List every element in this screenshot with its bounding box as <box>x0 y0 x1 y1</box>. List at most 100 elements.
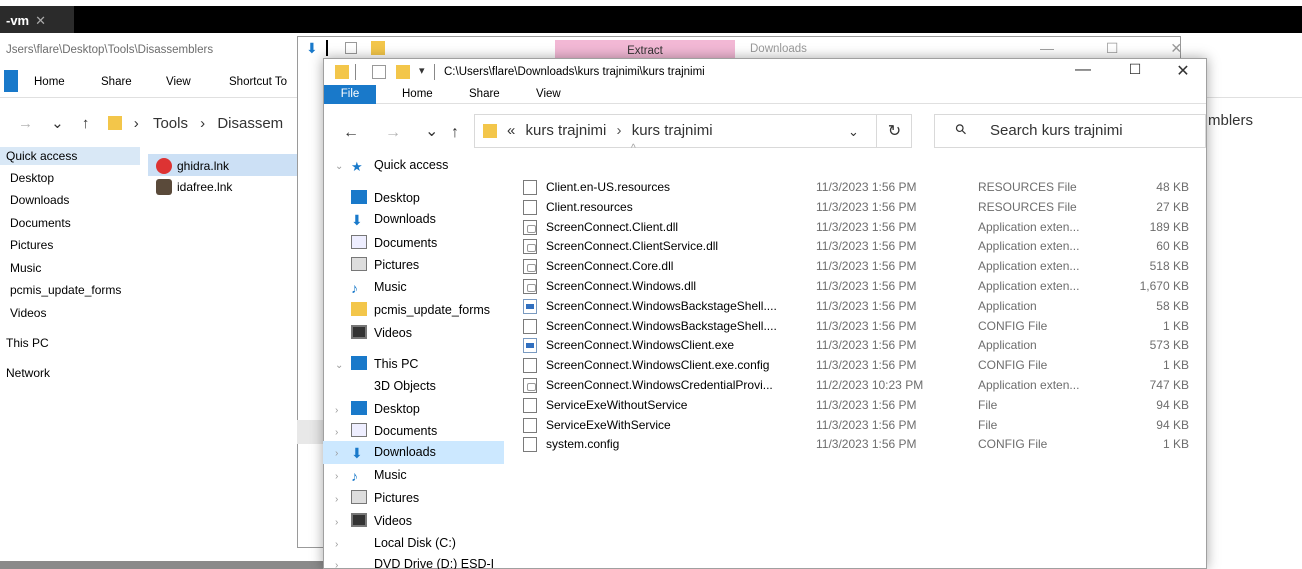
nav-pc-downloads[interactable]: › ⬇ Downloads <box>335 442 503 464</box>
back-button[interactable]: ← <box>343 124 359 142</box>
back-sidebar-this-pc[interactable]: This PC <box>6 336 49 350</box>
file-row[interactable]: ServiceExeWithoutService 11/3/2023 1:56 P… <box>523 396 1189 416</box>
file-icon <box>523 318 537 334</box>
file-row[interactable]: ScreenConnect.WindowsClient.exe.config 11… <box>523 356 1189 376</box>
nav-item-documents[interactable]: Documents <box>351 232 519 254</box>
back-tab-shortcut-tools[interactable]: Shortcut To <box>229 76 287 88</box>
file-row[interactable]: Client.resources 11/3/2023 1:56 PM RESOURC… <box>523 198 1189 218</box>
refresh-button[interactable]: ↻ <box>876 114 912 148</box>
back-horizontal-scrollbar[interactable] <box>0 561 334 569</box>
dll-file-icon <box>523 239 537 255</box>
vm-tab[interactable]: -vm ✕ <box>0 6 74 33</box>
minimize-button[interactable]: — <box>1060 61 1106 83</box>
file-row[interactable]: ScreenConnect.WindowsClient.exe 11/3/2023… <box>523 336 1189 356</box>
file-row[interactable]: ScreenConnect.WindowsBackstageShell.... 1… <box>523 317 1189 337</box>
nav-this-pc[interactable]: ⌄ This PC <box>335 353 503 375</box>
folder-icon[interactable] <box>371 41 385 55</box>
file-size: 1 KB <box>1162 437 1189 452</box>
chevron-right-icon[interactable]: › <box>335 471 351 482</box>
tab-view[interactable]: View <box>536 88 561 100</box>
chevron-right-icon[interactable]: › <box>335 427 351 438</box>
back-tab-view[interactable]: View <box>166 76 191 88</box>
chevron-right-icon[interactable]: › <box>335 560 351 569</box>
file-row[interactable]: Client.en-US.resources 11/3/2023 1:56 PM R… <box>523 178 1189 198</box>
nav-pc-local-disk[interactable]: › Local Disk (C:) <box>335 532 503 554</box>
maximize-button[interactable]: ☐ <box>1112 61 1158 83</box>
new-folder-icon[interactable] <box>396 65 410 79</box>
up-button[interactable]: ↑ <box>451 124 459 142</box>
recent-locations-button[interactable]: ⌄ <box>425 121 438 141</box>
back-file-ghidra[interactable]: ghidra.lnk <box>156 158 229 174</box>
sort-indicator-icon[interactable]: ^ <box>631 143 636 154</box>
file-row[interactable]: ScreenConnect.Windows.dll 11/3/2023 1:56 … <box>523 277 1189 297</box>
address-breadcrumb[interactable]: « kurs trajnimi › kurs trajnimi <box>507 122 713 139</box>
chevron-right-icon[interactable]: › <box>335 405 351 416</box>
back-tab-home[interactable]: Home <box>34 76 65 88</box>
chevron-right-icon[interactable]: › <box>335 494 351 505</box>
back-sidebar-documents[interactable]: Documents <box>10 216 71 230</box>
back-crumb-tools[interactable]: Tools <box>153 115 188 132</box>
up-arrow-icon[interactable]: ↑ <box>82 115 90 132</box>
tab-share[interactable]: Share <box>469 88 500 100</box>
chevron-right-icon[interactable]: › <box>335 448 351 459</box>
file-row[interactable]: system.config 11/3/2023 1:56 PM CONFIG Fil… <box>523 435 1189 455</box>
back-sidebar-desktop[interactable]: Desktop <box>10 171 54 185</box>
extract-window-controls[interactable]: — ☐ ✕ <box>1040 40 1206 57</box>
back-file-tab[interactable] <box>4 70 18 92</box>
file-icon <box>523 417 537 433</box>
nav-item-videos[interactable]: Videos <box>351 322 519 344</box>
back-sidebar-videos[interactable]: Videos <box>10 306 46 320</box>
nav-pc-dvd-drive[interactable]: › DVD Drive (D:) ESD-I <box>335 553 503 569</box>
nav-item-desktop[interactable]: Desktop <box>351 187 519 209</box>
nav-pc-documents[interactable]: › Documents <box>335 420 503 442</box>
chevron-down-icon[interactable]: ⌄ <box>335 360 351 371</box>
chevron-right-icon[interactable]: › <box>335 539 351 550</box>
nav-pc-pictures[interactable]: › Pictures <box>335 487 503 509</box>
back-sidebar-network[interactable]: Network <box>6 366 50 380</box>
nav-pc-music[interactable]: › ♪ Music <box>335 465 503 487</box>
file-row[interactable]: ScreenConnect.WindowsBackstageShell.... 1… <box>523 297 1189 317</box>
back-sidebar-pictures[interactable]: Pictures <box>10 238 53 252</box>
back-sidebar-music[interactable]: Music <box>10 261 41 275</box>
overflow-chevron-icon[interactable]: « <box>507 122 515 139</box>
file-name: Client.en-US.resources <box>546 180 671 194</box>
customize-toolbar-icon[interactable]: ▾ <box>419 64 425 77</box>
back-sidebar-quick-access[interactable]: Quick access <box>6 149 77 163</box>
chevron-down-icon[interactable]: ⌄ <box>51 115 64 132</box>
chevron-down-icon[interactable]: ⌄ <box>335 161 351 172</box>
nav-pc-3d-objects[interactable]: 3D Objects <box>351 375 519 397</box>
nav-pc-videos[interactable]: › Videos <box>335 510 503 532</box>
tab-home[interactable]: Home <box>402 88 433 100</box>
search-input[interactable] <box>990 122 1190 139</box>
back-tab-share[interactable]: Share <box>101 76 132 88</box>
back-file-idafree[interactable]: idafree.lnk <box>156 179 232 195</box>
file-row[interactable]: ScreenConnect.ClientService.dll 11/3/2023… <box>523 237 1189 257</box>
nav-item-pcmis-update-forms[interactable]: pcmis_update_forms <box>351 299 503 321</box>
file-row[interactable]: ScreenConnect.Client.dll 11/3/2023 1:56 P… <box>523 218 1189 238</box>
back-crumb-disassemblers[interactable]: Disassem <box>217 115 283 132</box>
tab-file[interactable]: File <box>324 85 376 104</box>
back-sidebar-pcmis[interactable]: pcmis_update_forms <box>10 283 136 297</box>
close-icon[interactable]: ✕ <box>35 13 46 28</box>
nav-pc-desktop[interactable]: › Desktop <box>335 398 503 420</box>
nav-quick-access[interactable]: ⌄ ★ Quick access <box>335 155 503 177</box>
back-breadcrumb[interactable]: → ⌄ ↑ › Tools › Disassem <box>18 114 283 132</box>
file-row[interactable]: ServiceExeWithService 11/3/2023 1:56 PM Fi… <box>523 416 1189 436</box>
file-type: Application exten... <box>978 259 1080 274</box>
breadcrumb-item[interactable]: kurs trajnimi <box>632 122 713 139</box>
back-sidebar-downloads[interactable]: Downloads <box>10 193 69 207</box>
breadcrumb-item[interactable]: kurs trajnimi <box>526 122 607 139</box>
file-row[interactable]: ScreenConnect.Core.dll 11/3/2023 1:56 PM A… <box>523 257 1189 277</box>
properties-icon[interactable] <box>345 42 357 54</box>
dll-file-icon <box>523 219 537 235</box>
forward-button[interactable]: → <box>385 124 401 142</box>
nav-item-pictures[interactable]: Pictures <box>351 254 519 276</box>
nav-item-downloads[interactable]: ⬇ Downloads <box>351 209 519 231</box>
nav-item-music[interactable]: ♪ Music <box>351 277 519 299</box>
address-dropdown-icon[interactable]: ⌄ <box>848 124 859 140</box>
chevron-right-icon[interactable]: › <box>335 517 351 528</box>
close-button[interactable]: ✕ <box>1160 61 1206 83</box>
file-row[interactable]: ScreenConnect.WindowsCredentialProvi... 1… <box>523 376 1189 396</box>
forward-arrow-icon[interactable]: → <box>18 115 33 132</box>
properties-icon[interactable] <box>372 65 386 79</box>
